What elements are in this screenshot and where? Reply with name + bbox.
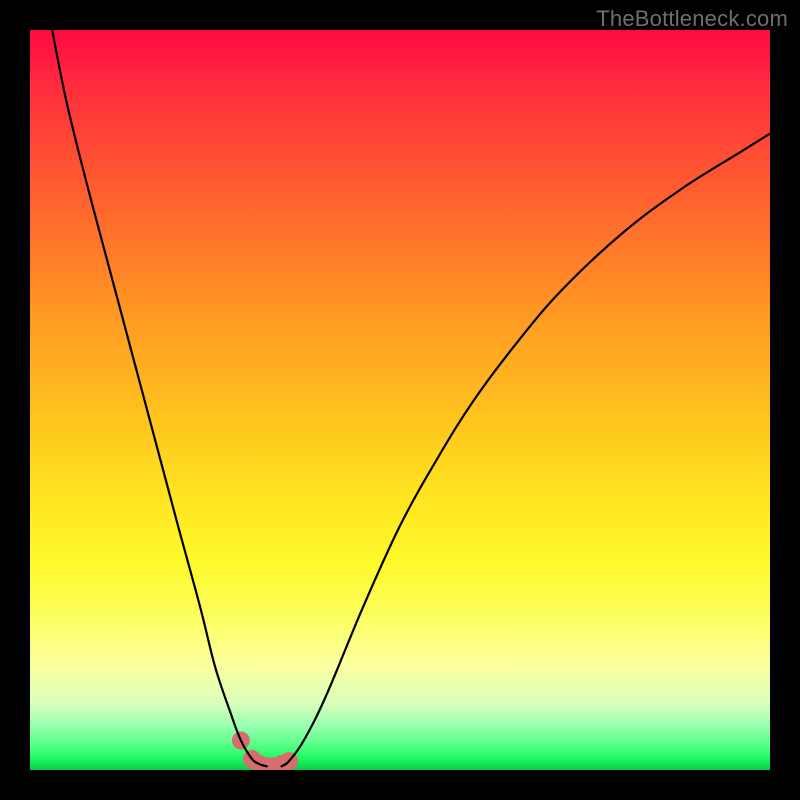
- flat-marker-dot: [243, 750, 261, 768]
- flat-marker-dot: [232, 731, 250, 749]
- flat-marker-dot: [265, 757, 283, 770]
- flat-marker-dot: [273, 755, 291, 770]
- flat-marker-dot: [280, 752, 298, 770]
- flat-marker-dot: [250, 755, 268, 770]
- bottleneck-curve: [30, 30, 770, 770]
- curve-right-branch: [282, 134, 770, 767]
- flat-marker-dot: [258, 757, 276, 770]
- flat-region-markers: [232, 731, 298, 770]
- watermark-text: TheBottleneck.com: [596, 6, 788, 32]
- chart-plot-area: [30, 30, 770, 770]
- curve-left-branch: [52, 30, 267, 766]
